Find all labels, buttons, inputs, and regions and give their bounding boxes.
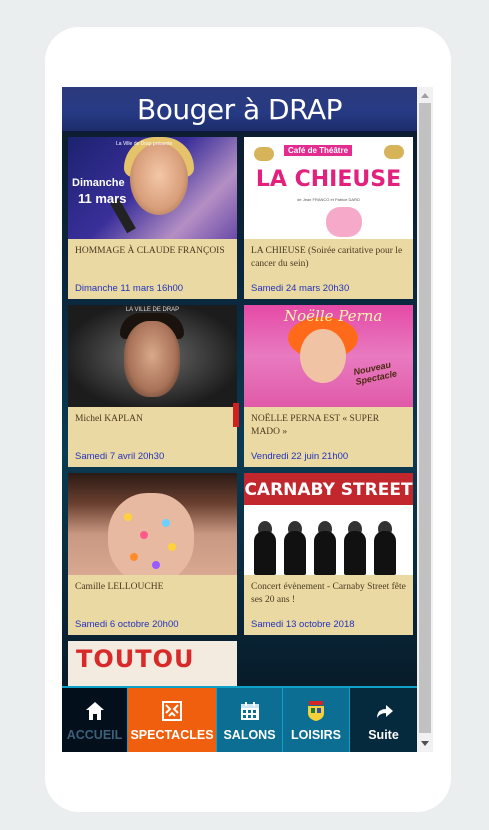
scrollbar-thumb[interactable] <box>419 103 431 733</box>
scrollbar[interactable] <box>417 87 433 752</box>
event-card-camille-lellouche[interactable]: Camille LELLOUCHE Samedi 6 octobre 20h00 <box>68 473 237 635</box>
calendar-icon <box>239 700 261 722</box>
home-icon <box>84 700 106 722</box>
theater-icon <box>161 700 183 722</box>
event-poster-image: LA VILLE DE DRAP <box>68 305 237 407</box>
event-date: Vendredi 22 juin 21h00 <box>251 451 349 462</box>
nav-label: Suite <box>368 728 399 742</box>
nav-label: ACCUEIL <box>66 728 123 742</box>
event-poster-image: La Ville de Drap présente Dimanche 11 ma… <box>68 137 237 239</box>
crest-icon <box>305 700 327 722</box>
bottom-nav: ACCUEIL SPECTACLES SALONS LOISIRS Suite <box>62 686 417 752</box>
event-poster-image: Noëlle Perna Nouveau Spectacle <box>244 305 413 407</box>
event-name[interactable]: Concert évènement - Carnaby Street fête … <box>251 581 406 607</box>
event-card-carnaby-street[interactable]: CARNABY STREET Concert évènement - Carna… <box>244 473 413 635</box>
scroll-down-arrow-icon[interactable] <box>421 741 429 746</box>
event-name[interactable]: Camille LELLOUCHE <box>75 581 230 594</box>
event-date: Samedi 7 avril 20h30 <box>75 451 165 462</box>
event-card-la-chieuse[interactable]: Café de Théâtre LA CHIEUSE de Jean FRANC… <box>244 137 413 299</box>
scroll-up-arrow-icon[interactable] <box>421 93 429 98</box>
nav-suite[interactable]: Suite <box>350 688 417 752</box>
event-date: Samedi 6 octobre 20h00 <box>75 619 179 630</box>
event-card-noelle-perna[interactable]: Noëlle Perna Nouveau Spectacle NOËLLE PE… <box>244 305 413 467</box>
event-name[interactable]: HOMMAGE À CLAUDE FRANÇOIS <box>75 245 230 258</box>
nav-label: SALONS <box>223 728 276 742</box>
arrow-forward-icon <box>373 700 395 722</box>
page-title: Bouger à DRAP <box>137 92 342 126</box>
nav-salons[interactable]: SALONS <box>217 688 283 752</box>
title-bar: Bouger à DRAP <box>62 87 417 133</box>
nav-label: LOISIRS <box>290 728 341 742</box>
event-card-claude-francois[interactable]: La Ville de Drap présente Dimanche 11 ma… <box>68 137 237 299</box>
event-card-michel-kaplan[interactable]: LA VILLE DE DRAP Michel KAPLAN Samedi 7 … <box>68 305 237 467</box>
event-date: Dimanche 11 mars 16h00 <box>75 283 184 294</box>
event-name[interactable]: NOËLLE PERNA EST « SUPER MADO » <box>251 413 406 439</box>
event-name[interactable]: Michel KAPLAN <box>75 413 230 426</box>
event-date: Samedi 24 mars 20h30 <box>251 283 350 294</box>
event-date: Samedi 13 octobre 2018 <box>251 619 355 630</box>
nav-accueil[interactable]: ACCUEIL <box>62 688 128 752</box>
nav-spectacles[interactable]: SPECTACLES <box>128 688 217 752</box>
event-name[interactable]: LA CHIEUSE (Soirée caritative pour le ca… <box>251 245 406 271</box>
event-poster-image: CARNABY STREET <box>244 473 413 575</box>
event-poster-image: Café de Théâtre LA CHIEUSE de Jean FRANC… <box>244 137 413 239</box>
nav-label: SPECTACLES <box>130 728 214 742</box>
event-poster-image <box>68 473 237 575</box>
nav-loisirs[interactable]: LOISIRS <box>283 688 350 752</box>
app-screen: Bouger à DRAP La Ville de Drap présente … <box>62 87 417 752</box>
